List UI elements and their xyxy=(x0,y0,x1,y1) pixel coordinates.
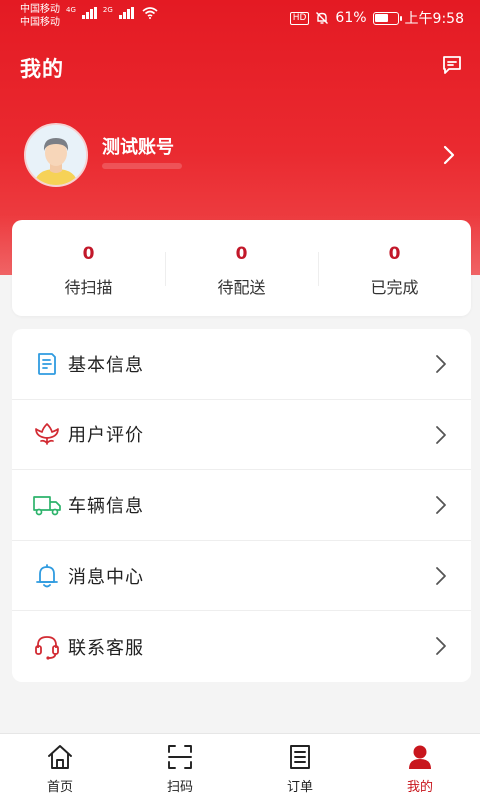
carrier-info: 中国移动 中国移动 xyxy=(20,3,60,29)
clock: 上午9:58 xyxy=(404,11,464,27)
chevron-right-icon xyxy=(436,355,446,373)
account-name: 测试账号 xyxy=(102,137,174,158)
scan-icon xyxy=(168,745,192,769)
network-type-1: 4G xyxy=(66,6,76,14)
home-icon xyxy=(48,745,72,769)
menu-label: 基本信息 xyxy=(68,354,144,376)
stat-value: 0 xyxy=(235,244,248,264)
menu-label: 车辆信息 xyxy=(68,495,144,517)
page-title: 我的 xyxy=(20,57,64,81)
stat-value: 0 xyxy=(82,244,95,264)
headset-icon xyxy=(32,632,62,662)
avatar[interactable] xyxy=(24,123,88,187)
stat-pending-scan[interactable]: 0 待扫描 xyxy=(12,220,165,316)
menu-label: 消息中心 xyxy=(68,566,144,588)
battery-fill xyxy=(375,14,388,22)
order-list-icon xyxy=(290,745,310,769)
menu-item-customer-service[interactable]: 联系客服 xyxy=(12,611,471,682)
carrier-2: 中国移动 xyxy=(20,17,60,28)
chevron-right-icon xyxy=(436,425,446,444)
chevron-right-icon xyxy=(436,637,446,656)
order-stats-card: 0 待扫描 0 待配送 0 已完成 xyxy=(12,220,471,316)
nav-tab-mine[interactable]: 我的 xyxy=(360,734,480,800)
chevron-right-icon[interactable] xyxy=(442,145,456,165)
hd-badge: HD xyxy=(289,11,310,25)
menu-item-message-center[interactable]: 消息中心 xyxy=(12,541,471,612)
user-icon xyxy=(409,745,431,769)
menu-list: 基本信息 用户评价 车辆信息 消息中心 联系客服 xyxy=(12,329,471,682)
stat-pending-delivery[interactable]: 0 待配送 xyxy=(165,220,318,316)
truck-icon xyxy=(32,490,62,520)
document-icon xyxy=(32,349,62,379)
nav-label: 首页 xyxy=(46,780,73,795)
battery-icon xyxy=(372,11,402,25)
status-bar: 中国移动 中国移动 4G 2G HD 61% 上午9:58 xyxy=(0,0,480,34)
signal-icon xyxy=(118,7,134,19)
menu-item-basic-info[interactable]: 基本信息 xyxy=(12,329,471,400)
signal-indicators: 4G 2G xyxy=(66,6,158,19)
nav-tab-home[interactable]: 首页 xyxy=(0,734,120,800)
wifi-icon xyxy=(142,7,158,19)
bottom-nav: 首页 扫码 订单 我的 xyxy=(0,733,480,800)
mute-bell-icon xyxy=(316,12,329,24)
network-type-2: 2G xyxy=(102,6,113,14)
stat-label: 已完成 xyxy=(370,278,419,297)
nav-label: 我的 xyxy=(406,780,433,795)
avatar-icon xyxy=(26,125,86,185)
status-right: HD 61% 上午9:58 xyxy=(289,8,464,28)
nav-tab-orders[interactable]: 订单 xyxy=(240,734,360,800)
stat-label: 待配送 xyxy=(217,278,266,297)
flower-icon xyxy=(32,419,62,449)
message-icon[interactable] xyxy=(441,54,463,76)
account-subtitle-blur xyxy=(102,163,182,169)
menu-label: 联系客服 xyxy=(68,637,144,659)
menu-item-vehicle-info[interactable]: 车辆信息 xyxy=(12,470,471,541)
stat-value: 0 xyxy=(388,244,401,264)
signal-icon xyxy=(81,7,97,19)
chevron-right-icon xyxy=(436,496,446,515)
battery-percent: 61% xyxy=(335,10,367,26)
menu-label: 用户评价 xyxy=(68,425,144,447)
chevron-right-icon xyxy=(436,566,446,585)
profile-row[interactable]: 测试账号 xyxy=(24,123,464,189)
stat-completed[interactable]: 0 已完成 xyxy=(318,220,471,316)
nav-label: 订单 xyxy=(286,780,313,795)
carrier-1: 中国移动 xyxy=(20,4,60,15)
bell-icon xyxy=(32,561,62,591)
stat-label: 待扫描 xyxy=(64,278,113,297)
nav-label: 扫码 xyxy=(166,780,193,795)
nav-tab-scan[interactable]: 扫码 xyxy=(120,734,240,800)
menu-item-user-reviews[interactable]: 用户评价 xyxy=(12,400,471,471)
